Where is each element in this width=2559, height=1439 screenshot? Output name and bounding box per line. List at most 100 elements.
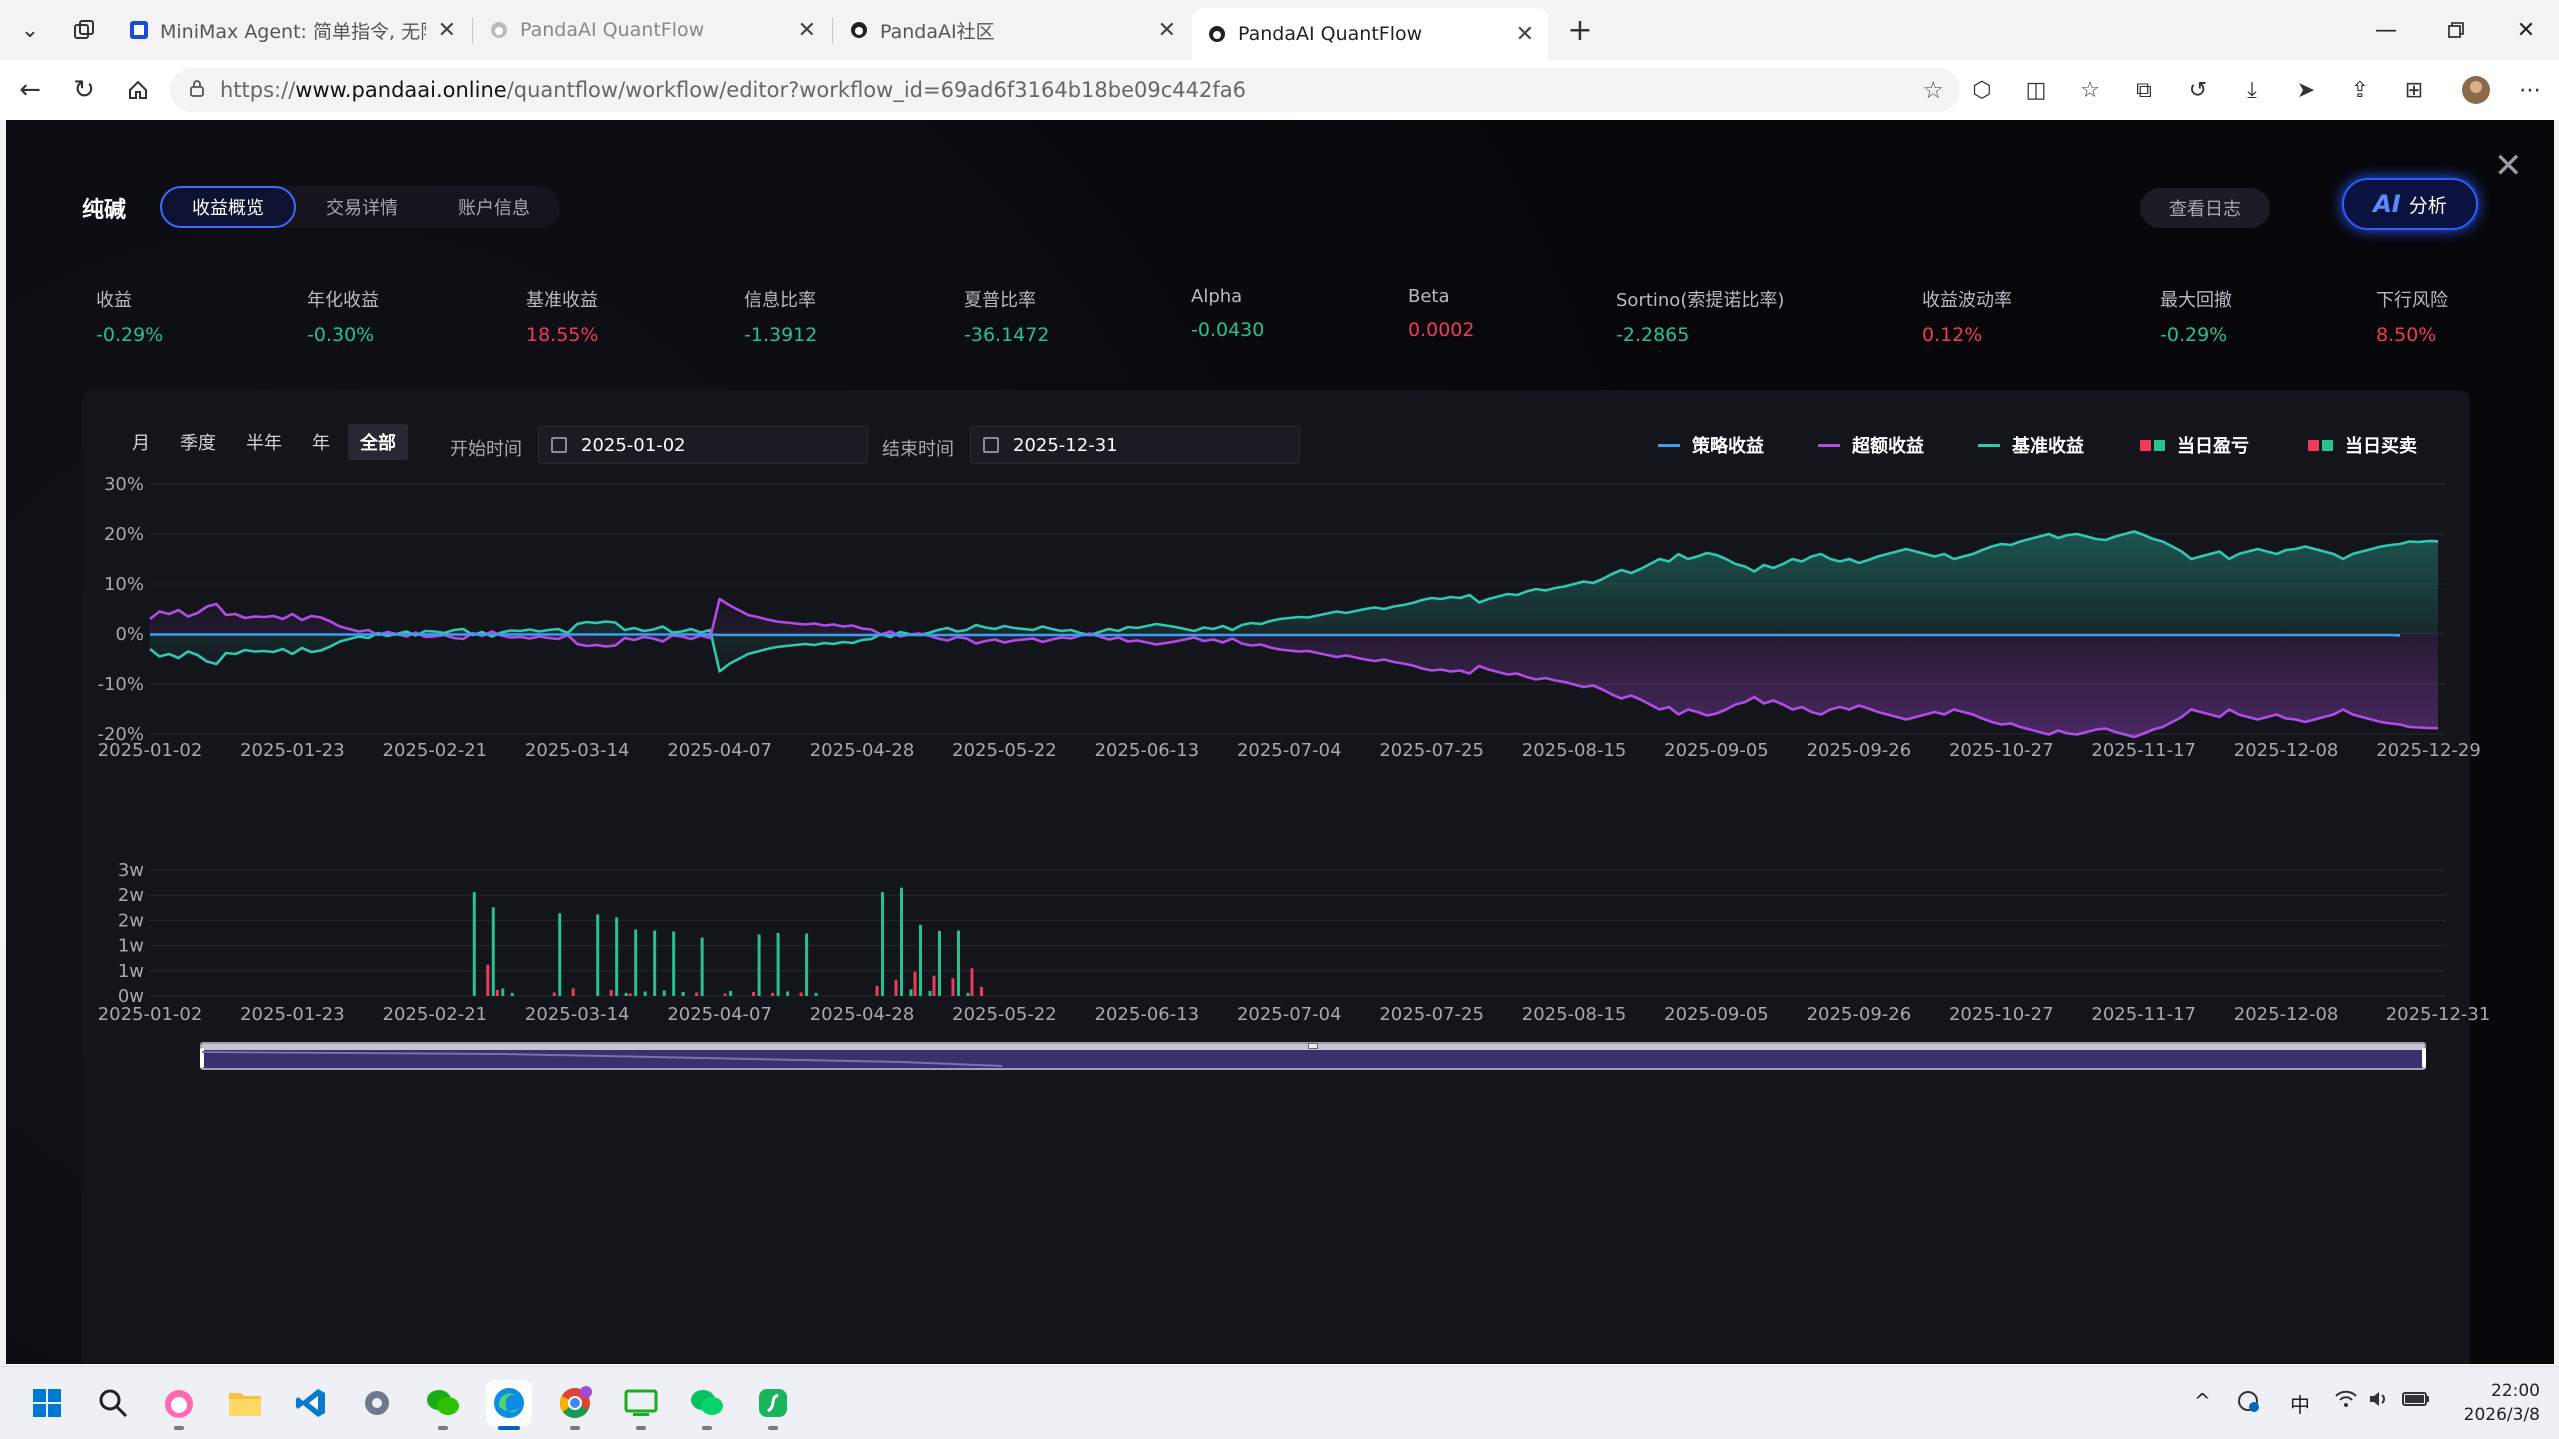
start-date-value: 2025-01-02 <box>581 434 686 456</box>
daily-trades-bar-chart[interactable]: 3w2w2w1w1w0w2025-01-02 2025-01-23 2025-02-… <box>82 860 2491 1050</box>
period-selector: 月 季度 半年 年 全部 <box>120 424 408 460</box>
url-input[interactable]: https://www.pandaai.online/quantflow/wor… <box>170 68 1960 112</box>
more-menu-icon[interactable]: ⋯ <box>2512 72 2548 108</box>
volume-icon[interactable] <box>2368 1389 2390 1414</box>
legend-label: 策略收益 <box>1692 436 1764 457</box>
period-all[interactable]: 全部 <box>348 424 408 460</box>
network-status-icon[interactable] <box>2236 1389 2260 1418</box>
period-month[interactable]: 月 <box>120 424 162 460</box>
metric-value: -1.3912 <box>744 324 818 346</box>
x-tick-label: 2025-09-05 <box>1664 740 1769 761</box>
extensions-icon[interactable]: ⬡ <box>1964 72 2000 108</box>
metric-label: Sortino(索提诺比率) <box>1616 290 1785 311</box>
tab-overview[interactable]: 收益概览 <box>160 186 296 228</box>
system-clock[interactable]: 22:00 2026/3/8 <box>2440 1379 2540 1427</box>
bar-当日买卖 <box>700 937 704 996</box>
back-arrow-icon[interactable]: ← <box>10 70 50 110</box>
tray-overflow-chevron-icon[interactable]: ^ <box>2194 1389 2211 1413</box>
wechat-work-icon[interactable] <box>684 1380 730 1430</box>
browser-tab-minimax[interactable]: MiniMax Agent: 简单指令, 无限可能 ✕ <box>114 8 470 52</box>
period-quarter[interactable]: 季度 <box>168 424 228 460</box>
legend-line-swatch <box>1818 443 1840 447</box>
apps-icon[interactable]: ⊞ <box>2396 72 2432 108</box>
returns-line-chart[interactable]: 30%20%10%0%-10%-20%2025-01-02 2025-01-23 2… <box>82 468 2480 838</box>
history-icon[interactable]: ↺ <box>2180 72 2216 108</box>
battery-icon[interactable] <box>2402 1389 2430 1413</box>
tab-close-icon[interactable]: ✕ <box>1158 18 1176 43</box>
x-tick-label: 2025-03-14 <box>525 1004 630 1025</box>
tab-close-icon[interactable]: ✕ <box>1516 22 1534 47</box>
browser-tab-quantflow-active[interactable]: PandaAI QuantFlow ✕ <box>1192 8 1548 60</box>
view-log-button[interactable]: 查看日志 <box>2140 188 2270 228</box>
home-icon[interactable] <box>118 70 158 110</box>
legend-benchmark-return[interactable]: 基准收益 <box>1978 432 2084 458</box>
panda-favicon-icon <box>848 19 870 41</box>
running-indicator <box>174 1426 184 1430</box>
bar-当日买卖 <box>643 991 647 996</box>
browser-tab-quantflow-1[interactable]: PandaAI QuantFlow ✕ <box>474 8 830 52</box>
profile-avatar[interactable] <box>2458 72 2494 108</box>
vscode-icon[interactable] <box>288 1380 334 1426</box>
period-half-year[interactable]: 半年 <box>234 424 294 460</box>
close-modal-icon[interactable]: ✕ <box>2494 146 2523 186</box>
browser-tab-community[interactable]: PandaAI社区 ✕ <box>834 8 1190 52</box>
ai-analysis-button[interactable]: AI 分析 <box>2342 178 2478 230</box>
tab-account[interactable]: 账户信息 <box>428 186 560 228</box>
legend-strategy-return[interactable]: 策略收益 <box>1658 432 1764 458</box>
split-screen-icon[interactable]: ◫ <box>2018 72 2054 108</box>
send-icon[interactable]: ➤ <box>2288 72 2324 108</box>
tab-trades[interactable]: 交易详情 <box>296 186 428 228</box>
metric-downside-risk: 下行风险 8.50% <box>2376 286 2448 346</box>
workspaces-icon[interactable] <box>64 12 104 48</box>
downloads-icon[interactable]: ⤓ <box>2234 72 2270 108</box>
tab-close-icon[interactable]: ✕ <box>798 18 816 43</box>
chrome-icon[interactable] <box>552 1380 598 1430</box>
reload-icon[interactable]: ↻ <box>64 70 104 110</box>
legend-daily-trades[interactable]: 当日买卖 <box>2308 432 2417 458</box>
end-date-input[interactable]: 2025-12-31 <box>970 426 1300 464</box>
file-explorer-icon[interactable] <box>222 1380 268 1426</box>
settings-gear-icon[interactable] <box>354 1380 400 1426</box>
bar-当日买卖 <box>634 929 638 996</box>
restore-icon[interactable] <box>2426 10 2486 50</box>
calendar-icon <box>551 437 567 453</box>
site-info-icon[interactable] <box>188 78 206 102</box>
x-tick-label: 2025-01-23 <box>240 1004 345 1025</box>
start-windows-icon[interactable] <box>24 1380 70 1426</box>
period-year[interactable]: 年 <box>300 424 342 460</box>
new-tab-plus-icon[interactable]: + <box>1560 12 1600 48</box>
collections-icon[interactable]: ⧉ <box>2126 72 2162 108</box>
x-tick-label: 2025-04-28 <box>810 1004 915 1025</box>
edge-browser-icon[interactable] <box>486 1380 532 1430</box>
start-date-input[interactable]: 2025-01-02 <box>538 426 868 464</box>
bar-当日盈亏 <box>695 992 699 996</box>
search-icon[interactable] <box>90 1380 136 1426</box>
favorites-icon[interactable]: ☆ <box>2072 72 2108 108</box>
input-method-indicator[interactable]: 中 <box>2290 1389 2310 1418</box>
tab-actions-chevron-icon[interactable]: ⌄ <box>10 12 50 48</box>
legend-excess-return[interactable]: 超额收益 <box>1818 432 1924 458</box>
wechat-icon[interactable] <box>420 1380 466 1430</box>
favorite-star-icon[interactable]: ☆ <box>1922 76 1944 104</box>
x-tick-label: 2025-08-15 <box>1522 1004 1627 1025</box>
legend-daily-pnl[interactable]: 当日盈亏 <box>2140 432 2249 458</box>
metric-return: 收益 -0.29% <box>96 286 163 346</box>
y-tick-label: 1w <box>118 936 144 957</box>
share-icon[interactable]: ⇪ <box>2342 72 2378 108</box>
bar-当日买卖 <box>624 992 628 996</box>
zoom-slider[interactable] <box>200 1042 2426 1070</box>
minimize-icon[interactable]: — <box>2356 10 2416 50</box>
clock-date: 2026/3/8 <box>2463 1405 2540 1425</box>
metric-max-drawdown: 最大回撤 -0.29% <box>2160 286 2232 346</box>
chat-app-icon[interactable] <box>618 1380 664 1430</box>
bar-当日买卖 <box>928 990 932 996</box>
green-app-icon[interactable] <box>750 1380 796 1430</box>
x-tick-label: 2025-02-21 <box>383 740 488 761</box>
tab-close-icon[interactable]: ✕ <box>438 18 456 43</box>
wifi-icon[interactable] <box>2334 1389 2358 1414</box>
close-window-icon[interactable]: ✕ <box>2496 10 2556 50</box>
metric-value: 0.12% <box>1922 324 1983 346</box>
y-tick-label: 2w <box>118 885 144 906</box>
bar-当日买卖 <box>558 913 562 996</box>
cat-app-icon[interactable] <box>156 1380 202 1430</box>
